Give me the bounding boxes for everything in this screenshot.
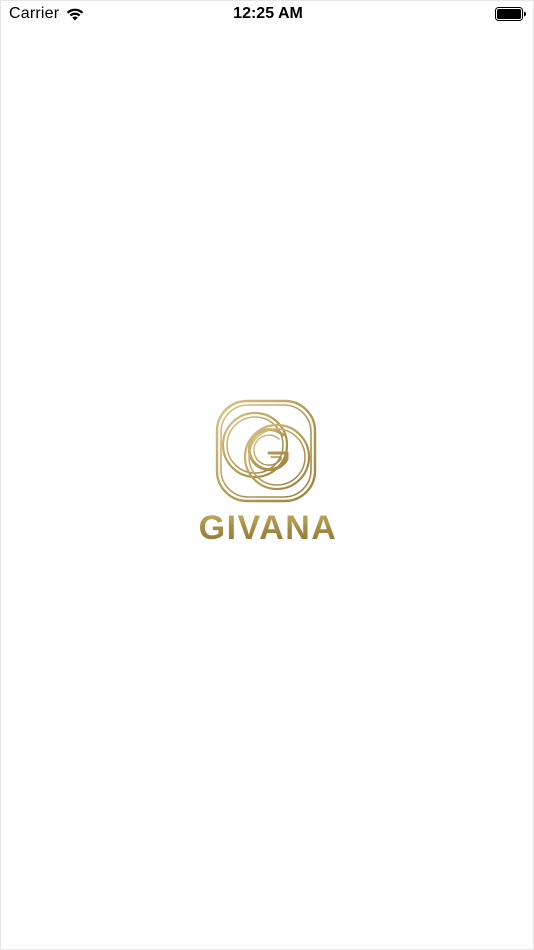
status-time: 12:25 AM <box>233 5 303 22</box>
splash-screen: Carrier 12:25 AM GIVANA <box>0 0 534 950</box>
battery-icon <box>495 7 526 21</box>
status-bar: Carrier 12:25 AM <box>1 1 534 29</box>
givana-g-logo-icon <box>215 399 317 503</box>
brand-name: GIVANA <box>1 509 534 548</box>
splash-logo: GIVANA <box>1 397 534 557</box>
